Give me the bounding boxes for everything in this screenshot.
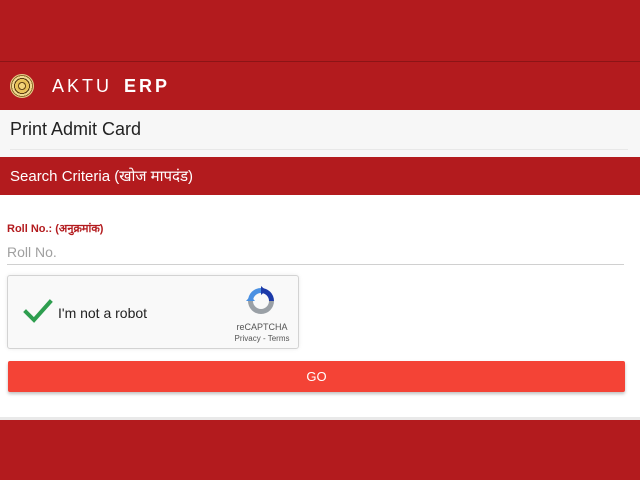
- go-button[interactable]: GO: [8, 361, 625, 392]
- privacy-link[interactable]: Privacy: [235, 334, 261, 343]
- recaptcha-brand: reCAPTCHA: [236, 322, 288, 332]
- link-separator: -: [260, 334, 268, 343]
- brand-part-aktu: AKTU: [52, 75, 113, 96]
- university-logo-icon[interactable]: [10, 74, 34, 98]
- recaptcha-links: Privacy - Terms: [232, 334, 292, 343]
- bottom-banner: [0, 420, 640, 480]
- search-criteria-bar: Search Criteria (खोज मापदंड): [0, 157, 640, 195]
- brand-name[interactable]: AKTU ERP: [52, 76, 170, 97]
- roll-number-label: Roll No.: (अनुक्रमांक): [7, 223, 104, 235]
- terms-link[interactable]: Terms: [268, 334, 290, 343]
- roll-number-input[interactable]: [7, 239, 624, 265]
- header-divider: [10, 149, 628, 150]
- page-title: Print Admit Card: [10, 119, 142, 139]
- captcha-label: I'm not a robot: [58, 305, 148, 321]
- top-banner: [0, 0, 640, 61]
- recaptcha-logo-icon: [246, 286, 274, 314]
- section-title: Search Criteria (खोज मापदंड): [10, 168, 194, 185]
- search-form: Roll No.: (अनुक्रमांक) I'm not a robot r…: [0, 195, 640, 420]
- navbar: AKTU ERP: [0, 62, 640, 110]
- brand-part-erp: ERP: [124, 75, 171, 96]
- checkmark-icon[interactable]: [23, 296, 53, 326]
- page-header: Print Admit Card: [0, 110, 640, 157]
- recaptcha-widget: I'm not a robot reCAPTCHA Privacy - Term…: [7, 275, 299, 349]
